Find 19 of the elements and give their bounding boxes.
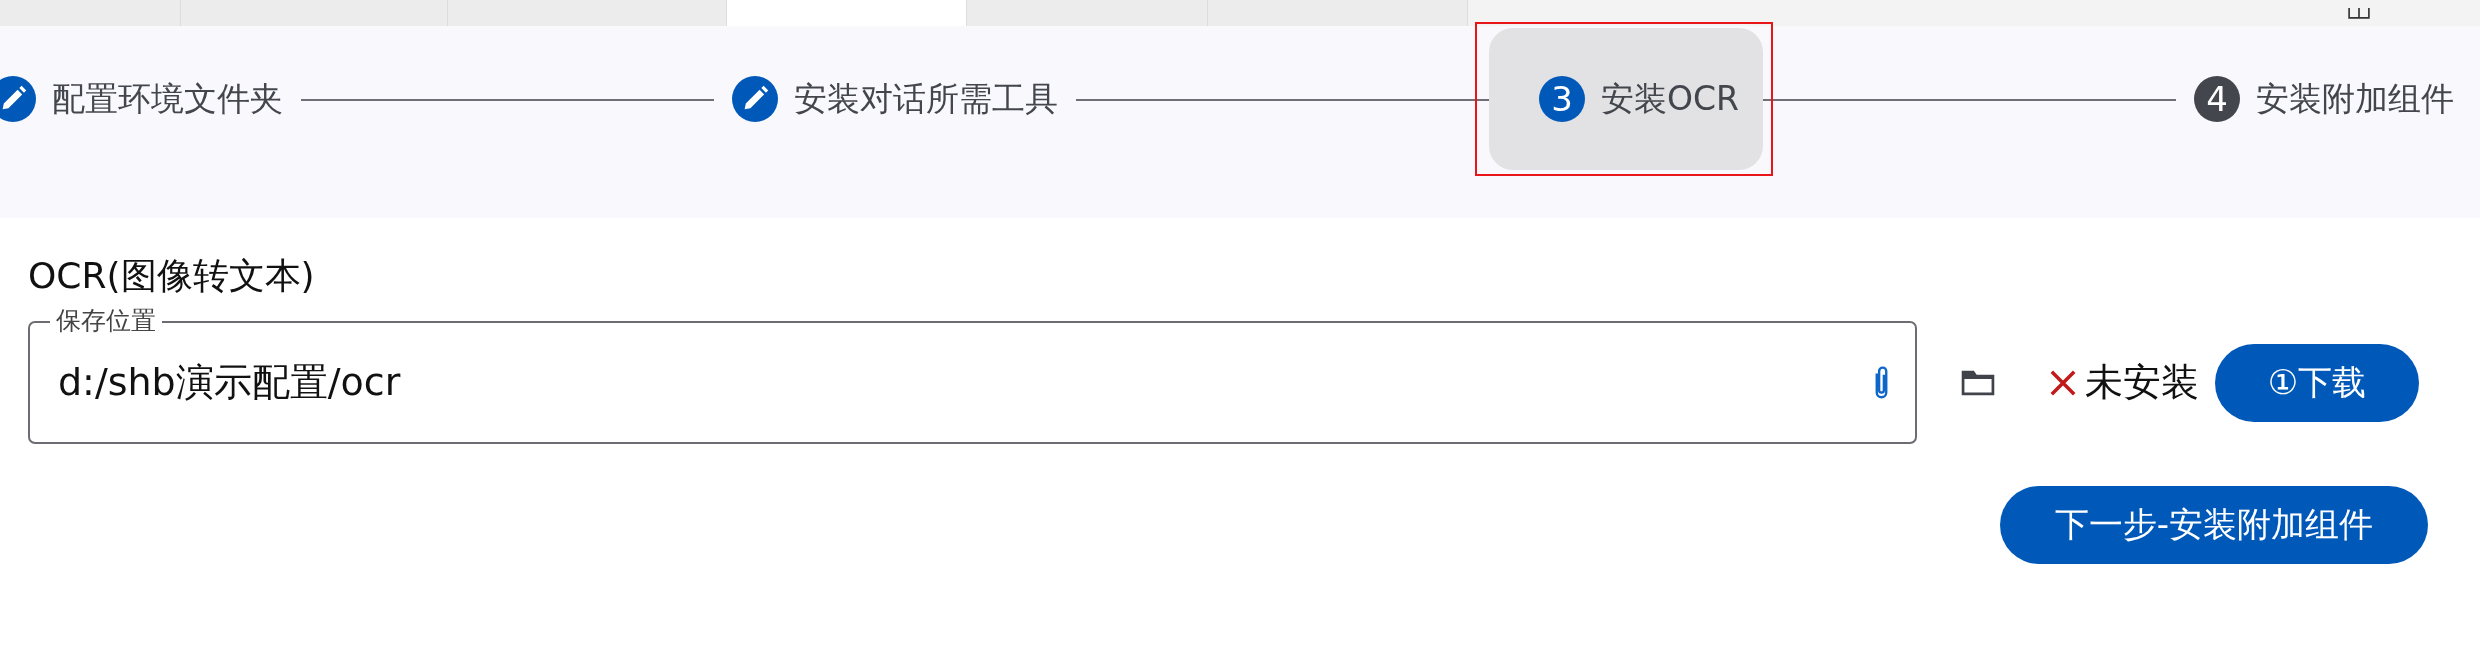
step-number: 4 — [2194, 76, 2240, 122]
layout-icon[interactable] — [2348, 7, 2370, 19]
stepper-step[interactable]: 4 安装附加组件 — [2176, 28, 2472, 170]
editor-tab[interactable] — [967, 0, 1208, 26]
editor-tab[interactable] — [448, 0, 727, 26]
editor-tab[interactable] — [727, 0, 967, 26]
section-title: OCR(图像转文本) — [28, 254, 316, 298]
current-step[interactable]: 3 安装OCR — [1489, 28, 1763, 170]
editor-tab[interactable] — [1208, 0, 1468, 26]
stepper-step[interactable]: 配置环境文件夹 — [0, 28, 301, 170]
editor-tab[interactable] — [181, 0, 448, 26]
step-number: 3 — [1539, 76, 1586, 122]
pencil-icon — [732, 76, 778, 122]
editor-tab[interactable] — [0, 0, 181, 26]
field-label: 保存位置 — [50, 307, 162, 335]
next-step-button[interactable]: 下一步-安装附加组件 — [2000, 486, 2428, 564]
install-status: 未安装 — [2085, 359, 2199, 406]
stepper-step[interactable]: 安装对话所需工具 — [714, 28, 1076, 170]
download-button[interactable]: ①下载 — [2215, 343, 2419, 422]
